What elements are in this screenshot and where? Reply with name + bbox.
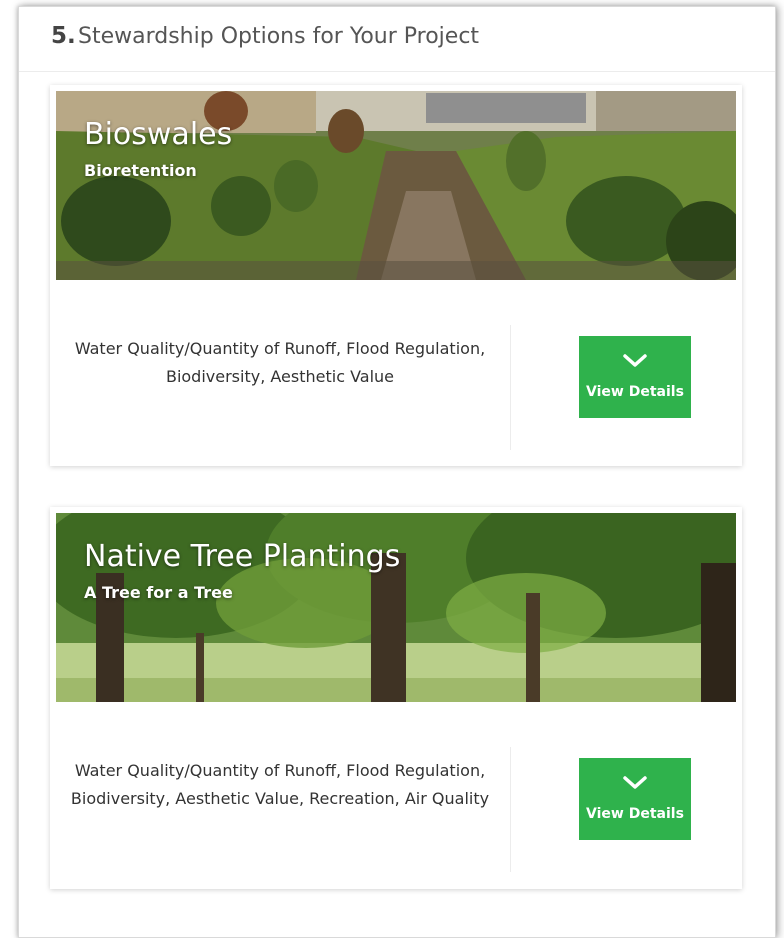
section-number: 5. — [51, 23, 76, 49]
view-details-button[interactable]: View Details — [579, 336, 691, 418]
chevron-down-icon — [623, 776, 647, 789]
option-card-bioswales: Bioswales Bioretention Water Quality/Qua… — [50, 85, 742, 466]
option-benefits: Water Quality/Quantity of Runoff, Flood … — [74, 339, 486, 386]
option-card-native-tree-plantings: Native Tree Plantings A Tree for a Tree … — [50, 507, 742, 889]
option-benefits: Water Quality/Quantity of Runoff, Flood … — [70, 761, 490, 808]
section-header: 5. Stewardship Options for Your Project — [19, 7, 775, 72]
section-title: Stewardship Options for Your Project — [78, 24, 480, 49]
option-banner-image: Bioswales Bioretention — [56, 91, 736, 280]
card-divider — [510, 747, 511, 872]
option-subtitle: A Tree for a Tree — [84, 583, 233, 602]
card-divider — [510, 325, 511, 450]
view-details-button[interactable]: View Details — [579, 758, 691, 840]
option-banner-image: Native Tree Plantings A Tree for a Tree — [56, 513, 736, 702]
stewardship-panel: 5. Stewardship Options for Your Project — [18, 6, 776, 938]
view-details-label: View Details — [586, 384, 684, 400]
view-details-label: View Details — [586, 806, 684, 822]
chevron-down-icon — [623, 354, 647, 367]
option-title: Native Tree Plantings — [84, 539, 401, 574]
option-subtitle: Bioretention — [84, 161, 197, 180]
option-title: Bioswales — [84, 117, 233, 152]
